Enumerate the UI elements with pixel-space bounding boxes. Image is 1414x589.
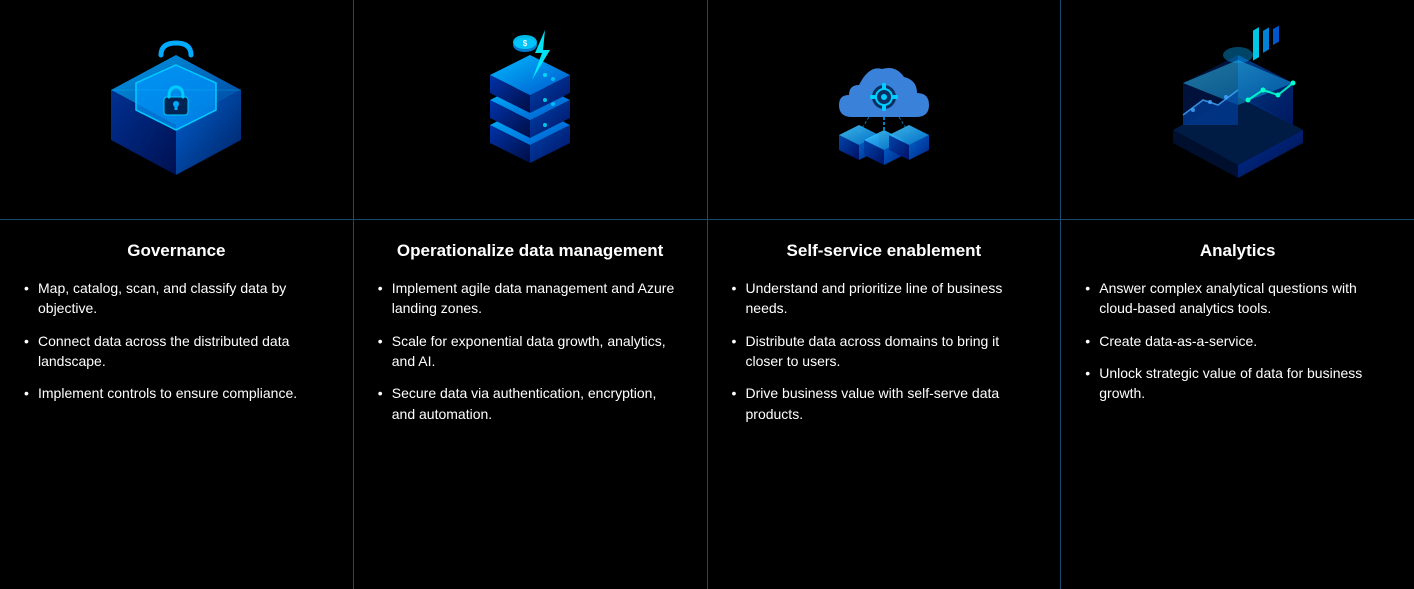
bullet-item: Create data-as-a-service.: [1085, 331, 1390, 351]
operationalize-icon: $: [450, 25, 610, 195]
bullet-item: Secure data via authentication, encrypti…: [378, 383, 683, 424]
bullet-item: Connect data across the distributed data…: [24, 331, 329, 372]
bullet-item: Answer complex analytical questions with…: [1085, 278, 1390, 319]
column-analytics: Analytics Answer complex analytical ques…: [1061, 0, 1414, 589]
bullet-item: Distribute data across domains to bring …: [732, 331, 1037, 372]
bullet-item: Scale for exponential data growth, analy…: [378, 331, 683, 372]
bullet-item: Drive business value with self-serve dat…: [732, 383, 1037, 424]
title-analytics: Analytics: [1085, 240, 1390, 262]
bullet-item: Implement controls to ensure compliance.: [24, 383, 329, 403]
governance-icon: [96, 25, 256, 195]
bullet-item: Implement agile data management and Azur…: [378, 278, 683, 319]
bullets-analytics: Answer complex analytical questions with…: [1085, 278, 1390, 403]
text-area-operationalize: Operationalize data management Implement…: [354, 220, 707, 589]
bullets-governance: Map, catalog, scan, and classify data by…: [24, 278, 329, 403]
bullet-item: Map, catalog, scan, and classify data by…: [24, 278, 329, 319]
selfservice-icon: [804, 25, 964, 195]
title-selfservice: Self-service enablement: [732, 240, 1037, 262]
text-area-analytics: Analytics Answer complex analytical ques…: [1061, 220, 1414, 589]
icon-area-analytics: [1061, 0, 1414, 220]
bullets-operationalize: Implement agile data management and Azur…: [378, 278, 683, 424]
title-governance: Governance: [24, 240, 329, 262]
column-selfservice: Self-service enablement Understand and p…: [708, 0, 1062, 589]
bullet-item: Unlock strategic value of data for busin…: [1085, 363, 1390, 404]
text-area-selfservice: Self-service enablement Understand and p…: [708, 220, 1061, 589]
bullets-selfservice: Understand and prioritize line of busine…: [732, 278, 1037, 424]
main-container: Governance Map, catalog, scan, and class…: [0, 0, 1414, 589]
icon-area-governance: [0, 0, 353, 220]
icon-area-selfservice: [708, 0, 1061, 220]
column-operationalize: $ Operationalize data management Impleme…: [354, 0, 708, 589]
column-governance: Governance Map, catalog, scan, and class…: [0, 0, 354, 589]
analytics-icon: [1138, 25, 1338, 195]
icon-area-operationalize: $: [354, 0, 707, 220]
bullet-item: Understand and prioritize line of busine…: [732, 278, 1037, 319]
title-operationalize: Operationalize data management: [378, 240, 683, 262]
text-area-governance: Governance Map, catalog, scan, and class…: [0, 220, 353, 589]
svg-text:$: $: [523, 39, 528, 48]
